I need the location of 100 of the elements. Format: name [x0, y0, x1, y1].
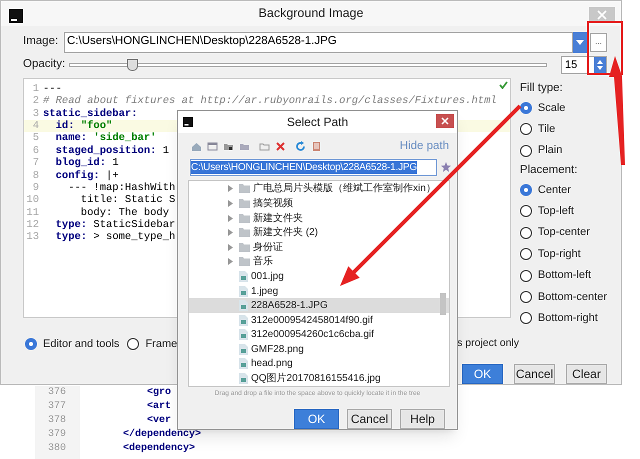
code-line: <ver [146, 414, 172, 428]
code-line: <art [146, 400, 172, 414]
image-path-field[interactable]: C:\Users\HONGLINCHEN\Desktop\228A6528-1.JPG [64, 32, 573, 53]
radio-button[interactable] [127, 338, 140, 350]
dialog-button[interactable]: Help [400, 409, 445, 430]
close-icon [597, 10, 607, 20]
ok-button[interactable]: OK [462, 364, 503, 384]
line-number: 13 [25, 231, 40, 244]
line-number: 378 [48, 414, 68, 428]
expand-arrow-icon[interactable] [227, 229, 234, 236]
tree-row[interactable]: GMF28.png [189, 342, 449, 357]
radio-label: Bottom-center [538, 290, 607, 305]
line-number: 7 [32, 157, 40, 170]
tree-row[interactable]: 312e000954260c1c6cba.gif [189, 327, 449, 342]
tree-row[interactable]: 新建文件夹 (2) [189, 225, 449, 240]
line-number: 6 [32, 144, 40, 158]
list-icon[interactable] [311, 141, 322, 152]
folder-icon [239, 214, 250, 223]
app-icon [9, 9, 23, 23]
folder-icon[interactable] [223, 141, 234, 152]
line-number: 1 [32, 83, 40, 96]
expand-arrow-icon[interactable] [227, 185, 234, 192]
folder-icon [239, 198, 250, 208]
dropdown-button[interactable] [573, 32, 587, 53]
path-field[interactable]: C:\Users\HONGLINCHEN\Desktop\228A6528-1.JPG [190, 158, 437, 176]
dialog-button[interactable]: Cancel [347, 409, 392, 430]
expand-arrow-icon[interactable] [227, 200, 234, 207]
scrollbar-thumb[interactable] [440, 292, 446, 315]
radio-label: Frame [145, 336, 178, 352]
folder-icon [239, 257, 250, 266]
close-button[interactable] [436, 114, 454, 128]
code-line: --- [43, 83, 62, 96]
line-number: 9 [32, 182, 40, 194]
radio-label: Editor and tools [43, 336, 120, 352]
dialog-button[interactable]: Clear [566, 364, 607, 384]
radio-button[interactable] [520, 270, 532, 282]
radio-label: Tile [538, 122, 556, 137]
image-file-icon [239, 373, 248, 384]
radio-label: Top-right [538, 246, 581, 262]
expand-arrow-icon[interactable] [227, 258, 234, 266]
tree-row[interactable]: 广电总局片头模版（维斌工作室制作xin） [189, 182, 449, 196]
slider-thumb[interactable] [126, 59, 138, 72]
radio-label: Top-center [538, 225, 590, 240]
expand-arrow-icon[interactable] [227, 214, 234, 222]
tree-row[interactable]: 身份证 [189, 240, 449, 255]
image-file-icon [239, 300, 248, 312]
group-label: Placement: [520, 163, 578, 178]
ok-button[interactable]: OK [294, 409, 339, 430]
code-line: </dependency> [123, 428, 202, 442]
new-folder-icon[interactable] [259, 141, 270, 152]
image-file-icon [239, 329, 248, 340]
radio-button[interactable] [25, 338, 37, 350]
code-line: type: StaticSidebar [54, 218, 176, 231]
radio-button[interactable] [520, 102, 532, 114]
radio-button[interactable] [520, 123, 532, 136]
radio-button[interactable] [520, 248, 532, 260]
code-line: <dependency> [123, 442, 196, 456]
radio-button[interactable] [520, 312, 532, 324]
window-icon[interactable] [207, 141, 218, 152]
dialog-button[interactable]: Cancel [514, 364, 555, 384]
tree-row[interactable]: 001.jpg [189, 269, 449, 284]
field-label: Image: [23, 34, 60, 50]
tree-row[interactable]: 312e0009542458014f90.gif [189, 312, 449, 328]
image-file-icon [239, 358, 248, 370]
tree-row[interactable]: 新建文件夹 [189, 210, 449, 226]
radio-label: Center [538, 182, 571, 198]
line-number: 5 [32, 132, 40, 145]
field-label: Opacity: [23, 57, 66, 72]
tree-row[interactable]: 搞笑视频 [189, 196, 449, 211]
close-button[interactable] [589, 7, 615, 22]
line-number: 8 [32, 170, 40, 182]
radio-button[interactable] [520, 290, 532, 303]
home-icon[interactable] [191, 141, 202, 152]
code-line: staged_position: 1 [54, 144, 170, 157]
radio-button[interactable] [520, 184, 532, 196]
tree-row[interactable]: 228A6528-1.JPG [189, 298, 449, 313]
tree-row[interactable]: QQ图片20170816155416.jpg [189, 371, 449, 386]
radio-label: Scale [538, 100, 566, 116]
image-file-icon [239, 286, 248, 296]
tree-row[interactable]: head.png [189, 356, 449, 372]
expand-arrow-icon[interactable] [227, 244, 234, 251]
refresh-icon[interactable] [295, 141, 306, 152]
radio-label: Bottom-left [538, 268, 592, 284]
radio-button[interactable] [520, 205, 532, 218]
tree-row[interactable]: 音乐 [189, 254, 449, 270]
browse-button[interactable]: ... [590, 32, 607, 52]
caret-icon [576, 40, 584, 45]
line-number: 4 [32, 120, 40, 132]
code-line: title: Static S [80, 194, 176, 207]
code-line: blog_id: 1 [54, 157, 119, 170]
spin-arrows-icon[interactable] [594, 57, 606, 74]
delete-icon[interactable] [275, 141, 286, 152]
line-number: 2 [32, 95, 40, 108]
line-number: 379 [48, 428, 68, 442]
star-icon[interactable] [441, 162, 451, 172]
radio-button[interactable] [520, 144, 532, 157]
radio-button[interactable] [520, 226, 532, 239]
radio-label: Top-left [538, 204, 574, 220]
opacity-spinner[interactable]: 15 [561, 56, 607, 74]
tree-row[interactable]: 1.jpeg [189, 284, 449, 298]
